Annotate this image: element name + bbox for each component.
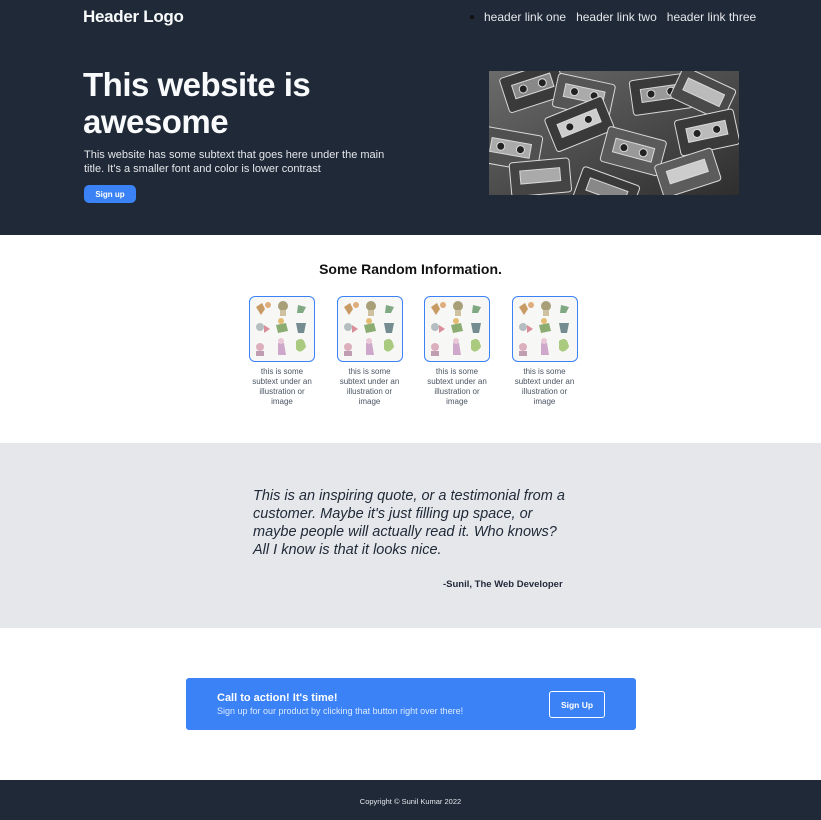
card-subtext: this is some subtext under an illustrati… [252, 367, 312, 406]
info-card: this is some subtext under an illustrati… [336, 296, 404, 407]
hero-title: This website is awesome [83, 66, 311, 140]
animals-illustration-icon [249, 296, 315, 362]
nav-link-one[interactable]: header link one [484, 10, 566, 24]
card-subtext: this is some subtext under an illustrati… [339, 367, 400, 406]
info-cards: this is some subtext under an illustrati… [248, 296, 579, 407]
quote-section: This is an inspiring quote, or a testimo… [0, 443, 821, 628]
header-logo[interactable]: Header Logo [83, 7, 184, 27]
info-card: this is some subtext under an illustrati… [248, 296, 316, 407]
hero-signup-button[interactable]: Sign up [84, 185, 136, 203]
info-card: this is some subtext under an illustrati… [511, 296, 579, 407]
hero-subtext: This website has some subtext that goes … [84, 149, 385, 175]
hero-image [489, 71, 739, 195]
animals-illustration-icon [336, 296, 403, 362]
cta-signup-button[interactable]: Sign Up [549, 691, 605, 718]
nav-link-two[interactable]: header link two [576, 10, 657, 24]
cassette-tapes-photo-icon [489, 71, 739, 195]
quote-author: -Sunil, The Web Developer [443, 579, 563, 590]
quote-text: This is an inspiring quote, or a testimo… [253, 488, 565, 558]
header-nav: header link one header link two header l… [470, 10, 766, 24]
cta-banner: Call to action! It's time! Sign up for o… [186, 678, 636, 730]
nav-bullet-icon [470, 15, 474, 19]
info-section: Some Random Information. this is some su… [0, 235, 821, 443]
cta-section: Call to action! It's time! Sign up for o… [0, 628, 821, 780]
cta-subtext: Sign up for our product by clicking that… [217, 706, 464, 716]
footer-copyright: Copyright © Sunil Kumar 2022 [359, 797, 462, 806]
info-title: Some Random Information. [319, 261, 502, 277]
footer: Copyright © Sunil Kumar 2022 [0, 780, 821, 820]
card-subtext: this is some subtext under an illustrati… [514, 367, 575, 406]
hero-section: Header Logo header link one header link … [0, 0, 821, 235]
card-subtext: this is some subtext under an illustrati… [427, 367, 487, 406]
nav-link-three[interactable]: header link three [667, 10, 756, 24]
animals-illustration-icon [424, 296, 490, 362]
info-card: this is some subtext under an illustrati… [423, 296, 491, 407]
animals-illustration-icon [511, 296, 578, 362]
cta-title: Call to action! It's time! [217, 692, 338, 704]
